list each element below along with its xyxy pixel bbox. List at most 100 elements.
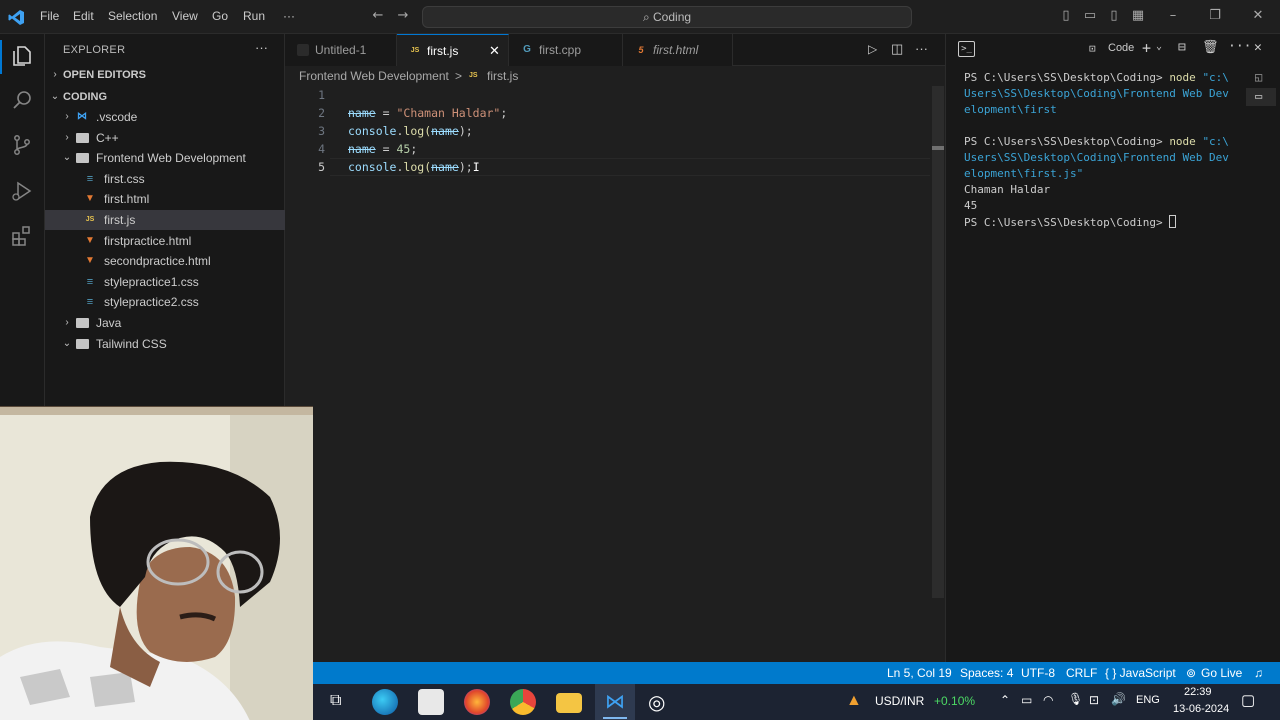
menu-view[interactable]: View [172,9,198,23]
tree-file-first-html[interactable]: ▼ first.html [45,189,285,209]
forward-arrow-icon[interactable]: → [395,8,411,24]
menu-go[interactable]: Go [212,9,228,23]
wifi-icon[interactable]: ◠ [1043,693,1053,707]
workspace-section[interactable]: ⌄ CODING [45,87,285,107]
tree-folder-cpp[interactable]: › C++ [45,128,285,148]
breadcrumb-file[interactable]: first.js [487,66,518,86]
terminal-label[interactable]: Code [1108,42,1134,54]
prompt: PS C:\Users\SS\Desktop\Coding> [964,71,1170,84]
tree-file-firstpractice-html[interactable]: ▼ firstpractice.html [45,231,285,251]
tree-folder-vscode[interactable]: › ⋈ .vscode [45,107,285,127]
tab-first-js[interactable]: JS first.js ✕ [397,34,509,66]
clock-date[interactable]: 13-06-2024 [1173,703,1229,715]
menu-run[interactable]: Run [243,9,265,23]
notifications-bell-icon[interactable]: ♫ [1254,662,1263,684]
folder-open-icon [76,153,89,163]
taskbar-active-app[interactable]: ⋈ [595,684,635,720]
tree-file-stylepractice2-css[interactable]: ≡ stylepractice2.css [45,292,285,312]
search-label: Coding [653,10,692,24]
split-terminal-icon[interactable]: ⊟ [1178,40,1186,55]
explorer-icon[interactable] [10,44,34,68]
chevron-right-icon: › [65,317,69,328]
menu-selection[interactable]: Selection [108,9,157,23]
command-center-search[interactable]: ⌕ Coding [422,6,912,28]
restore-icon[interactable]: ❐ [1207,8,1223,24]
terminal-side-tab[interactable]: ▭ [1246,88,1276,106]
file-explorer-icon[interactable] [556,693,582,713]
customize-layout-icon[interactable]: ▦ [1130,8,1146,24]
line-number: 2 [318,106,325,120]
editor-more-icon[interactable]: ··· [915,41,928,56]
prompt: PS C:\Users\SS\Desktop\Coding> [964,216,1170,229]
tree-file-first-css[interactable]: ≡ first.css [45,169,285,189]
terminal-line: elopment\first [964,103,1057,116]
toggle-sidebar-icon[interactable]: ▯ [1058,8,1074,24]
firefox-icon[interactable] [464,689,490,715]
tree-file-first-js[interactable]: JS first.js [45,210,285,230]
notification-center-icon[interactable]: ▢ [1241,691,1255,709]
clock-time[interactable]: 22:39 [1184,686,1212,698]
token-var: name [348,142,376,156]
store-icon[interactable] [418,689,444,715]
status-indentation[interactable]: Spaces: 4 [960,662,1013,684]
extensions-icon[interactable] [10,224,34,248]
close-window-icon[interactable]: ✕ [1250,8,1266,24]
status-language[interactable]: { } JavaScript [1105,662,1176,684]
explorer-more-icon[interactable]: ··· [255,40,268,55]
obs-recorder-icon[interactable]: ◎ [648,690,665,715]
menu-file[interactable]: File [40,9,59,23]
editor-scrollbar[interactable] [932,86,944,598]
title-bar: File Edit Selection View Go Run ··· ← → … [0,0,1280,34]
status-cursor-position[interactable]: Ln 5, Col 19 [887,662,952,684]
menu-edit[interactable]: Edit [73,9,94,23]
close-tab-icon[interactable]: ✕ [489,35,500,67]
status-eol[interactable]: CRLF [1066,662,1097,684]
tree-folder-frontend[interactable]: ⌄ Frontend Web Development [45,148,285,168]
terminal-tab-icon[interactable]: >_ [958,41,975,57]
terminal-line: elopment\first.js" [964,167,1083,180]
menu-more[interactable]: ··· [283,9,295,23]
status-encoding[interactable]: UTF-8 [1021,662,1055,684]
trash-icon[interactable]: 🗑 [1202,40,1219,55]
token-var: name [431,160,459,174]
tab-first-html[interactable]: 5 first.html [623,34,733,66]
split-editor-icon[interactable]: ◫ [891,41,903,57]
run-debug-icon[interactable] [10,179,34,203]
source-control-icon[interactable] [10,133,34,157]
toggle-panel-icon[interactable]: ▭ [1082,8,1098,24]
toggle-secondary-sidebar-icon[interactable]: ▯ [1106,8,1122,24]
chrome-icon[interactable] [510,689,536,715]
tab-untitled-1[interactable]: Untitled-1 [285,34,397,66]
token-punct: ; [500,106,508,120]
edge-browser-icon[interactable] [372,689,398,715]
code-editor[interactable]: 1 2 3 4 5 name = "Chaman Haldar"; consol… [285,86,945,662]
battery-icon[interactable]: ▭ [1021,693,1032,707]
breadcrumb-folder[interactable]: Frontend Web Development [299,66,449,86]
microphone-icon[interactable]: 🎙 [1068,692,1083,706]
path: "c:\ [1202,71,1229,84]
open-editors-section[interactable]: › OPEN EDITORS [45,65,285,85]
new-terminal-icon[interactable]: + [1142,39,1151,57]
terminal-more-icon[interactable]: ··· [1228,39,1251,54]
tree-file-secondpractice-html[interactable]: ▼ secondpractice.html [45,251,285,271]
tree-folder-java[interactable]: › Java [45,313,285,333]
input-language[interactable]: ENG [1136,694,1160,706]
status-go-live[interactable]: Go Live [1201,662,1242,684]
run-file-icon[interactable]: ▷ [868,42,877,56]
tab-first-cpp[interactable]: G first.cpp [509,34,623,66]
search-sidebar-icon[interactable] [10,88,34,112]
chevron-up-icon[interactable]: ⌃ [1000,693,1010,707]
network-icon[interactable]: ⊡ [1089,693,1099,707]
terminal-chart-icon[interactable]: ◱ [1255,70,1262,84]
back-arrow-icon[interactable]: ← [370,8,386,24]
tree-folder-tailwind[interactable]: ⌄ Tailwind CSS [45,334,285,354]
close-panel-icon[interactable]: ✕ [1254,40,1262,55]
tree-file-stylepractice1-css[interactable]: ≡ stylepractice1.css [45,272,285,292]
volume-icon[interactable]: 🔊 [1111,692,1126,706]
stock-ticker-label[interactable]: USD/INR [875,694,924,708]
task-view-icon[interactable]: ⧉ [330,692,341,710]
terminal-panel[interactable]: >_ ⊡ Code + ⌄ ⊟ 🗑 ··· ✕ ◱ ▭ PS C:\Users\… [945,34,1280,662]
minimize-icon[interactable]: – [1165,8,1181,24]
tree-label: secondpractice.html [104,254,211,268]
chevron-down-icon[interactable]: ⌄ [1156,41,1162,52]
